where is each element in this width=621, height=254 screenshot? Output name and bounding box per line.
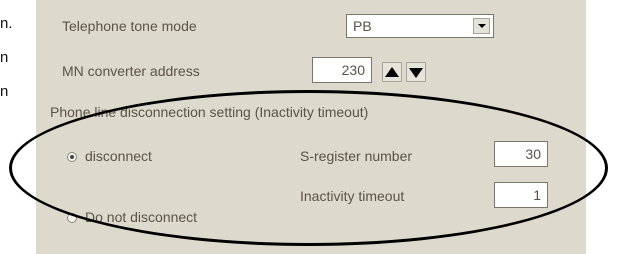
inactivity-timeout-label: Inactivity timeout <box>300 188 405 204</box>
do-not-disconnect-radio[interactable] <box>67 213 77 223</box>
chevron-down-icon[interactable] <box>473 18 490 34</box>
tone-mode-select[interactable]: PB <box>346 14 494 38</box>
disconnect-label: disconnect <box>85 148 152 164</box>
disconnect-radio[interactable] <box>67 152 77 162</box>
sregister-label: S-register number <box>300 148 413 164</box>
do-not-disconnect-label: Do not disconnect <box>85 209 198 225</box>
inactivity-timeout-input[interactable]: 1 <box>494 182 548 208</box>
cropped-text-line-3: n <box>0 83 9 100</box>
disconnection-group-title: Phone line disconnection setting (Inacti… <box>50 104 369 120</box>
increment-arrow-icon[interactable] <box>382 62 402 82</box>
mn-address-input[interactable]: 230 <box>312 57 372 83</box>
tone-mode-value: PB <box>353 18 372 34</box>
sregister-input[interactable]: 30 <box>494 141 548 167</box>
tone-mode-label: Telephone tone mode <box>62 18 197 34</box>
mn-address-label: MN converter address <box>62 63 200 79</box>
decrement-arrow-icon[interactable] <box>406 62 426 82</box>
cropped-text-line-2: n <box>0 49 9 66</box>
cropped-text-line-1: n. <box>0 15 13 32</box>
settings-panel: Telephone tone mode PB MN converter addr… <box>36 0 586 254</box>
